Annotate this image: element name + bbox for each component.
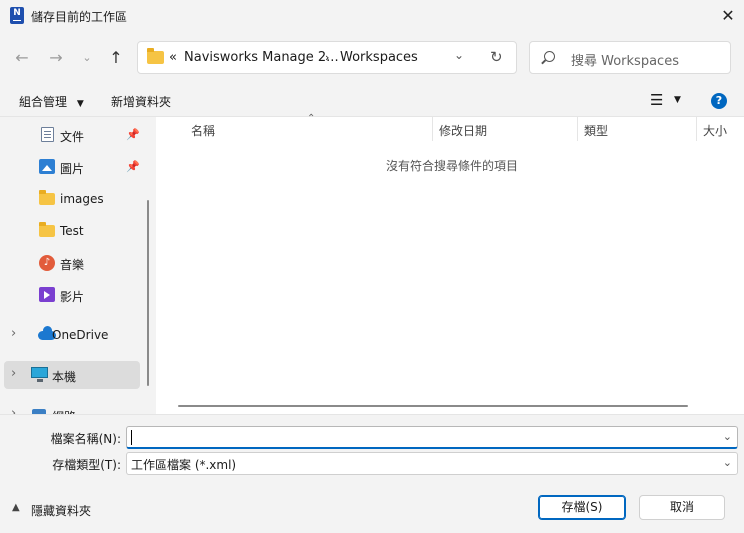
chevron-right-icon[interactable]: › — [11, 366, 16, 381]
recent-locations-chevron-icon[interactable]: ⌄ — [74, 45, 100, 71]
close-icon[interactable]: ✕ — [712, 0, 744, 32]
nav-item-images[interactable]: images — [4, 185, 140, 213]
nav-item-label: 本機 — [52, 370, 77, 384]
chevron-down-icon: ⌄ — [722, 456, 732, 469]
app-icon: N — [10, 7, 24, 24]
filename-history-chevron-icon[interactable]: ⌄ — [723, 430, 732, 443]
folder-icon — [39, 190, 55, 205]
column-divider[interactable] — [696, 117, 697, 141]
nav-item-videos[interactable]: 影片 — [4, 281, 140, 309]
sort-ascending-icon: ⌃ — [307, 113, 316, 124]
pictures-icon — [39, 159, 55, 174]
up-arrow-icon[interactable]: ↑ — [103, 45, 129, 71]
window-title: 儲存目前的工作區 — [31, 10, 128, 24]
column-divider[interactable] — [432, 117, 433, 141]
nav-item-test[interactable]: Test — [4, 217, 140, 245]
nav-item-label: OneDrive — [52, 328, 109, 342]
column-header-type[interactable]: 類型 — [584, 122, 608, 139]
nav-item-onedrive[interactable]: › OneDrive — [4, 321, 140, 349]
search-box[interactable]: 搜尋 Workspaces — [529, 41, 731, 74]
empty-state-message: 沒有符合搜尋條件的項目 — [385, 159, 518, 173]
pin-icon: 📌 — [126, 160, 140, 173]
nav-item-music[interactable]: ♪ 音樂 — [4, 249, 140, 277]
view-dropdown-caret-icon[interactable]: ▼ — [674, 95, 681, 105]
nav-item-label: images — [60, 192, 104, 206]
music-icon: ♪ — [39, 255, 55, 271]
filetype-value: 工作區檔案 (*.xml) — [131, 458, 237, 472]
horizontal-scrollbar[interactable] — [178, 405, 688, 407]
folder-icon — [39, 222, 55, 237]
nav-item-pictures[interactable]: 圖片 📌 — [4, 153, 140, 181]
breadcrumb-separator-icon: › — [325, 51, 330, 64]
nav-item-documents[interactable]: 文件 📌 — [4, 121, 140, 149]
filetype-select[interactable]: 工作區檔案 (*.xml) ⌄ — [126, 452, 738, 475]
document-icon — [41, 127, 54, 142]
navigation-pane: 文件 📌 圖片 📌 images Test ♪ 音樂 影片 › OneDrive… — [0, 117, 156, 414]
filetype-label: 存檔類型(T): — [52, 458, 121, 472]
save-button[interactable]: 存檔(S) — [538, 495, 626, 520]
video-icon — [39, 287, 55, 302]
nav-item-this-pc[interactable]: › 本機 — [4, 361, 140, 389]
view-options-icon[interactable]: ☰ — [650, 91, 663, 109]
help-icon[interactable]: ? — [711, 93, 727, 109]
cancel-button[interactable]: 取消 — [639, 495, 725, 520]
new-folder-button[interactable]: 新增資料夾 — [111, 93, 171, 110]
address-bar[interactable]: « Navisworks Manage 2... › Workspaces ⌄ … — [137, 41, 517, 74]
column-header-name[interactable]: 名稱 — [191, 122, 215, 139]
hide-folders-label: 隱藏資料夾 — [31, 504, 92, 518]
nav-item-label: 音樂 — [60, 258, 85, 272]
organize-menu-button[interactable]: 組合管理 ▼ — [19, 93, 84, 110]
column-divider[interactable] — [577, 117, 578, 141]
search-placeholder: 搜尋 Workspaces — [571, 54, 679, 69]
nav-item-label: 文件 — [60, 130, 85, 144]
caret-down-icon: ▼ — [76, 99, 84, 109]
folder-icon — [147, 48, 164, 64]
column-header-size[interactable]: 大小 — [703, 122, 727, 139]
nav-pane-scrollbar[interactable] — [147, 200, 149, 386]
nav-item-label: 影片 — [60, 290, 85, 304]
nav-item-network[interactable]: › 網路 — [4, 401, 140, 414]
text-caret — [131, 430, 132, 445]
chevron-right-icon[interactable]: › — [11, 326, 16, 341]
forward-arrow-icon[interactable]: → — [43, 45, 69, 71]
pin-icon: 📌 — [126, 128, 140, 141]
this-pc-icon — [31, 367, 48, 382]
breadcrumb-overflow[interactable]: « — [169, 50, 177, 65]
column-header-date-modified[interactable]: 修改日期 — [439, 122, 487, 139]
chevron-right-icon[interactable]: › — [11, 406, 16, 414]
organize-label: 組合管理 — [19, 95, 68, 109]
back-arrow-icon[interactable]: ← — [9, 45, 35, 71]
breadcrumb-navisworks[interactable]: Navisworks Manage 2... — [184, 50, 339, 65]
filename-label: 檔案名稱(N): — [50, 432, 121, 446]
nav-item-label: Test — [60, 224, 84, 238]
breadcrumb-workspaces[interactable]: Workspaces — [340, 50, 418, 65]
search-icon — [544, 51, 555, 62]
address-dropdown-chevron-icon[interactable]: ⌄ — [454, 48, 464, 62]
filename-input[interactable]: ⌄ — [126, 426, 738, 449]
nav-item-label: 圖片 — [60, 162, 85, 176]
chevron-up-icon: ▲ — [12, 502, 20, 513]
refresh-icon[interactable]: ↻ — [490, 48, 503, 66]
